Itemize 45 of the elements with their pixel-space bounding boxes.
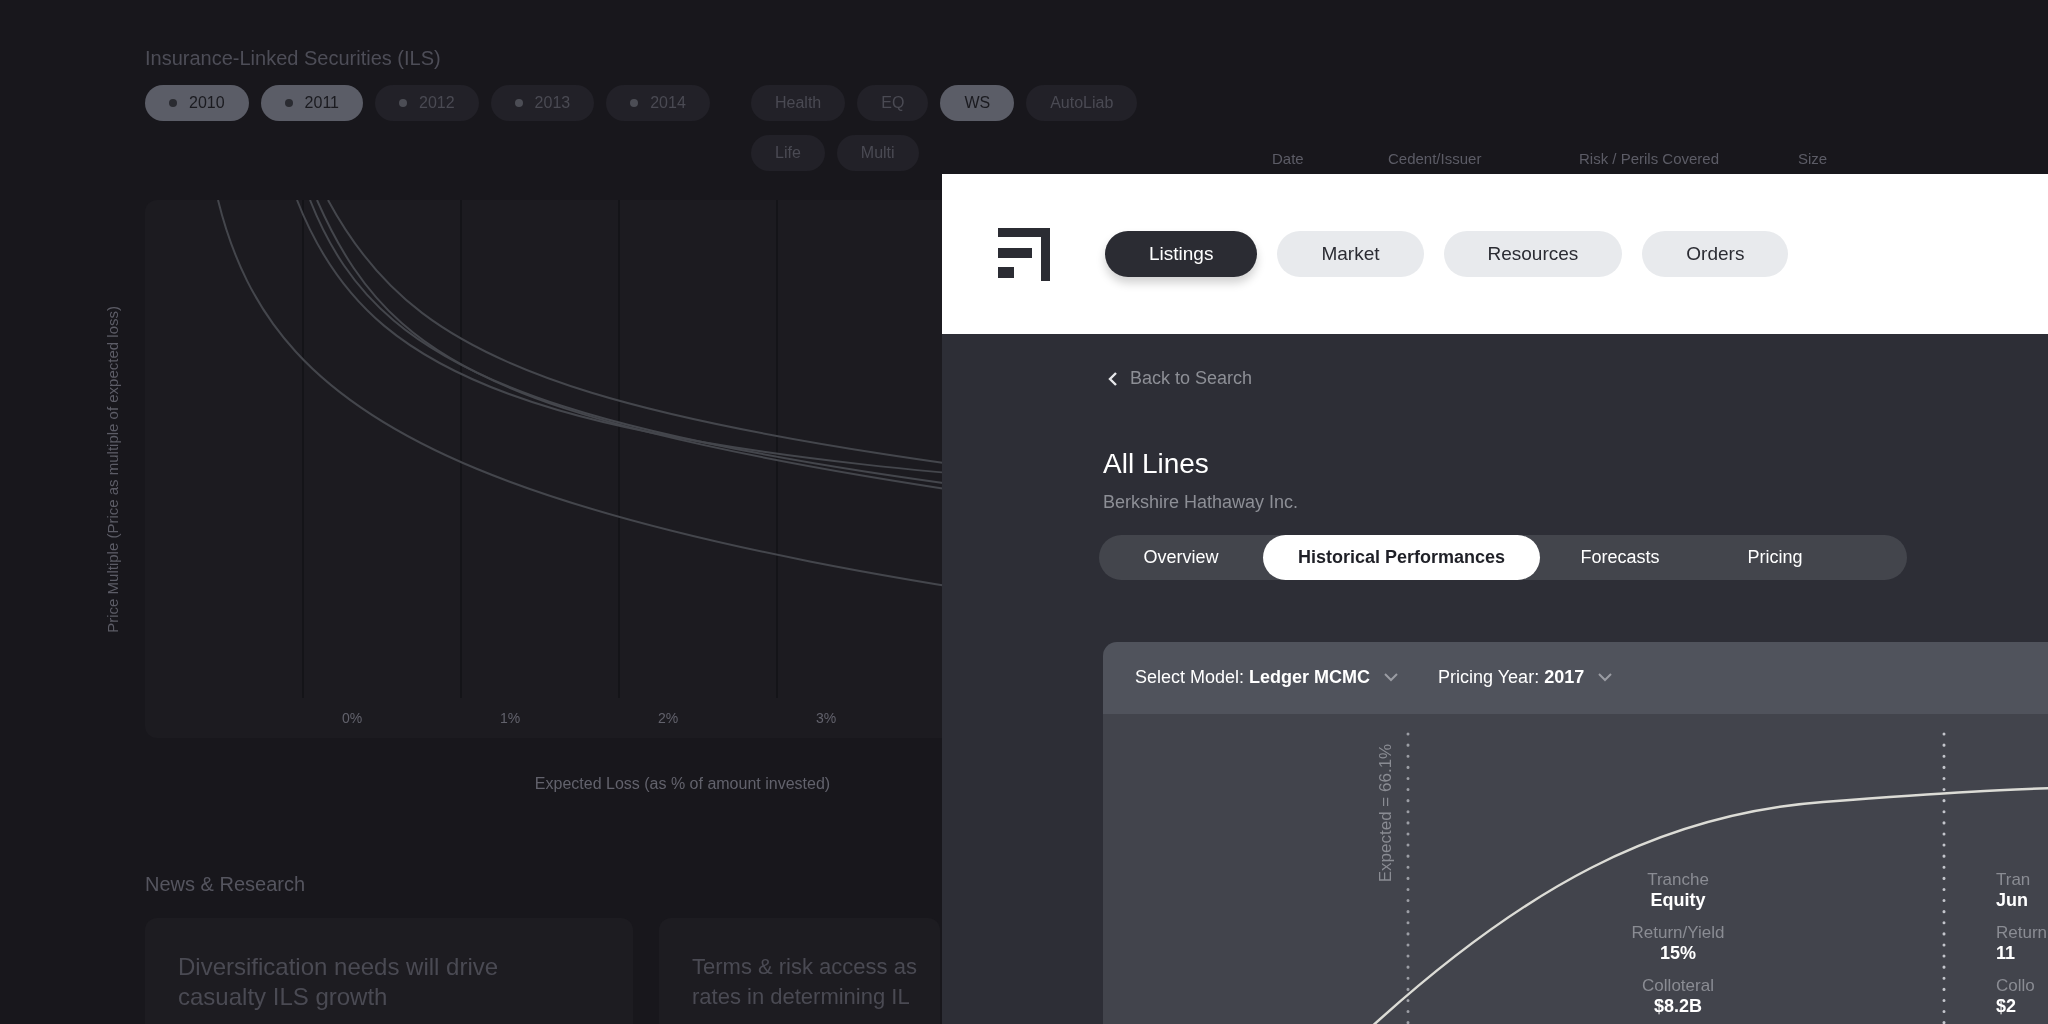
expected-label: Expected = 66.1%	[1376, 743, 1396, 882]
section-title: News & Research	[145, 873, 306, 896]
nav-tab[interactable]: Market	[1277, 231, 1424, 277]
tab[interactable]: Pricing	[1700, 534, 1850, 580]
x-tick-label: 2%	[656, 710, 680, 726]
stat-value: 15%	[1659, 942, 1696, 964]
chevron-down-icon	[1384, 673, 1399, 682]
year-dropdown[interactable]: Pricing Year: 2017	[1438, 667, 1613, 688]
chevron-left-icon	[1108, 371, 1118, 386]
column-header: Date	[1272, 150, 1305, 169]
category-filter-chip[interactable]: WS	[940, 85, 1015, 121]
stat-value: Equity	[1650, 889, 1706, 911]
x-axis-label: Expected Loss (as % of amount invested)	[534, 775, 831, 792]
page-title: Insurance-Linked Securities (ILS)	[145, 46, 442, 71]
stat-label: Collo	[1996, 975, 2035, 996]
company-name: Berkshire Hathaway Inc.	[1103, 491, 1300, 513]
stat-label: Tran	[1996, 869, 2031, 890]
year-filter-chip[interactable]: 2011	[260, 85, 363, 121]
stat-label: Return/Yield	[1631, 922, 1725, 943]
listing-title: All Lines	[1103, 447, 1210, 480]
stat-value: 11	[1996, 942, 2016, 964]
stat-value: $2	[1996, 995, 2017, 1017]
stat-label: Return	[1996, 922, 2048, 943]
stat-label: Colloteral	[1642, 975, 1714, 996]
stat-value: Jun	[1996, 889, 2028, 911]
model-dropdown[interactable]: Select Model: Ledger MCMC	[1135, 667, 1399, 688]
back-link[interactable]: Back to Search	[1108, 368, 1253, 389]
nav-tab[interactable]: Resources	[1443, 231, 1623, 277]
stat-label: Tranche	[1647, 869, 1709, 890]
x-tick-label: 1%	[498, 710, 522, 726]
tab[interactable]: Forecasts	[1540, 534, 1700, 580]
nav-tab[interactable]: Listings	[1105, 231, 1258, 277]
chevron-down-icon	[1598, 673, 1613, 682]
y-axis-label: Price Multiple (Price as multiple of expected loss)	[104, 305, 121, 633]
x-tick-label: 3%	[814, 710, 838, 726]
column-header: Size	[1798, 150, 1828, 169]
x-tick-label: 0%	[340, 710, 364, 726]
logo-icon[interactable]	[998, 227, 1050, 281]
tab[interactable]: Overview	[1099, 534, 1263, 580]
stat-value: $8.2B	[1653, 995, 1702, 1017]
year-filter-chip[interactable]: 2010	[145, 85, 249, 121]
tab[interactable]: Historical Performances	[1263, 534, 1540, 580]
column-header: Risk / Perils Covered	[1579, 150, 1721, 169]
column-header: Cedent/Issuer	[1388, 150, 1483, 169]
nav-tab[interactable]: Orders	[1642, 231, 1789, 277]
